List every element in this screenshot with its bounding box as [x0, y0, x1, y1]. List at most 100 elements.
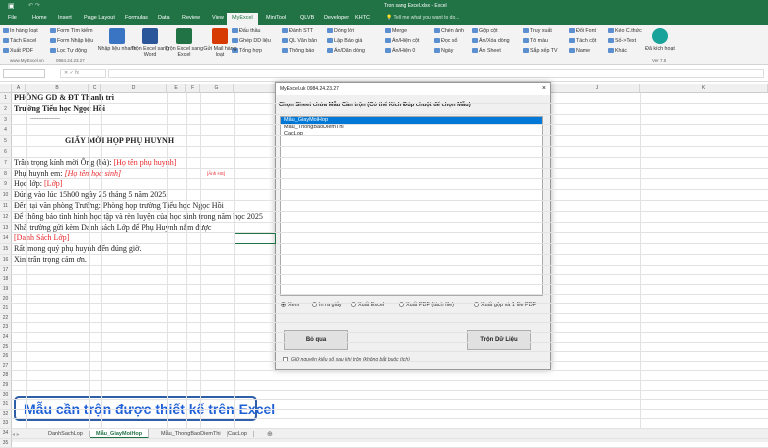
- cell-text[interactable]: Đúng vào lúc 15h00 ngày 25 tháng 5 năm 2…: [14, 190, 168, 201]
- row-number[interactable]: 7: [0, 157, 12, 168]
- tab-home[interactable]: Home: [32, 15, 47, 21]
- cell-text[interactable]: Để thông báo tình hình học tập và rèn lu…: [14, 212, 263, 223]
- column-header-J[interactable]: J: [555, 84, 640, 93]
- cell-text[interactable]: Học lớp: [Lớp]: [14, 179, 62, 190]
- formula-input[interactable]: [108, 69, 764, 78]
- ribbon-item[interactable]: Ẩn/Hiện 0: [385, 48, 415, 54]
- tab-developer[interactable]: Developer: [324, 15, 349, 21]
- ribbon-item[interactable]: Name: [569, 48, 590, 54]
- cell-text[interactable]: GIẤY MỜI HỌP PHỤ HUYNH: [65, 136, 174, 147]
- cell-text[interactable]: Rất mong quý phụ huynh đến đúng giờ.: [14, 244, 141, 255]
- cell-text[interactable]: Trường Tiểu học Ngọc Hồi: [14, 104, 105, 115]
- row-number[interactable]: 10: [0, 190, 12, 200]
- column-header-C[interactable]: C: [89, 84, 101, 93]
- row-number[interactable]: 31: [0, 400, 12, 409]
- tab-review[interactable]: Review: [182, 15, 200, 21]
- activate-button[interactable]: Đã kích hoạt: [640, 28, 680, 52]
- ribbon-item[interactable]: Xuất PDF: [3, 48, 33, 54]
- column-header-G[interactable]: G: [200, 84, 234, 93]
- row-number[interactable]: 35: [0, 438, 12, 448]
- ribbon-item[interactable]: Form Nhập liệu: [50, 38, 93, 44]
- tell-me-search[interactable]: 💡 Tell me what you want to do...: [386, 15, 459, 21]
- row-number[interactable]: 6: [0, 147, 12, 157]
- ribbon-item[interactable]: In hàng loạt: [3, 28, 38, 34]
- ribbon-item[interactable]: Lập Báo giá: [327, 38, 362, 44]
- ribbon-big-button[interactable]: Trộn Excel sang Excel: [164, 28, 204, 58]
- tab-formulas[interactable]: Formulas: [125, 15, 148, 21]
- cell-text[interactable]: PHÒNG GD & ĐT Thanh trì: [14, 93, 114, 104]
- column-header-D[interactable]: D: [101, 84, 167, 93]
- ribbon-item[interactable]: Khác: [608, 48, 627, 54]
- tab-page-layout[interactable]: Page Layout: [84, 15, 115, 21]
- row-number[interactable]: 34: [0, 429, 12, 438]
- row-number[interactable]: 17: [0, 265, 12, 275]
- row-number[interactable]: 15: [0, 244, 12, 254]
- row-number[interactable]: 33: [0, 419, 12, 428]
- row-number[interactable]: 5: [0, 136, 12, 146]
- ribbon-item[interactable]: Ngày: [434, 48, 453, 54]
- row-number[interactable]: 27: [0, 361, 12, 371]
- cell-text[interactable]: Trân trọng kính mời Ông (bà): [Họ tên ph…: [14, 158, 176, 169]
- row-number[interactable]: 14: [0, 233, 12, 244]
- ribbon-item[interactable]: Chèn ảnh: [434, 28, 464, 34]
- row-number[interactable]: 23: [0, 323, 12, 332]
- ribbon-item[interactable]: Tách cột: [569, 38, 596, 44]
- ribbon-item[interactable]: Truy xuất: [523, 28, 552, 34]
- row-number[interactable]: 19: [0, 285, 12, 294]
- row-number[interactable]: 21: [0, 304, 12, 313]
- cell-text[interactable]: [Danh Sách Lớp]: [14, 233, 69, 244]
- row-number[interactable]: 28: [0, 371, 12, 380]
- row-number[interactable]: 29: [0, 381, 12, 390]
- row-number[interactable]: 12: [0, 211, 12, 222]
- ribbon-item[interactable]: Ẩn/Dãn dòng: [327, 48, 365, 54]
- ribbon-item[interactable]: Merge: [385, 28, 407, 34]
- row-number[interactable]: 9: [0, 179, 12, 190]
- undo-icon[interactable]: ↶ ↷: [28, 2, 40, 9]
- column-header-F[interactable]: F: [186, 84, 200, 93]
- cell-text[interactable]: Đến tại văn phòng Trường: Phòng họp trườ…: [14, 201, 224, 212]
- save-icon[interactable]: ▣: [8, 2, 15, 10]
- ribbon-item[interactable]: Tô màu: [523, 38, 548, 44]
- row-number[interactable]: 24: [0, 333, 12, 342]
- row-number[interactable]: 16: [0, 255, 12, 265]
- row-number[interactable]: 13: [0, 222, 12, 233]
- ribbon-item[interactable]: Tách Excel: [3, 38, 36, 44]
- tab-insert[interactable]: Insert: [58, 15, 72, 21]
- row-number[interactable]: 11: [0, 201, 12, 211]
- ribbon-big-button[interactable]: Gửi Mail hàng loạt: [200, 28, 240, 58]
- name-box[interactable]: [3, 69, 45, 78]
- ribbon-item[interactable]: Ẩn Sheet: [472, 48, 501, 54]
- ribbon-item[interactable]: Gộp cột: [472, 28, 498, 34]
- ribbon-item[interactable]: Đọc số: [434, 38, 458, 44]
- cell-text[interactable]: Nhà trường gửi kèm Danh sách Lớp để Phụ …: [14, 223, 211, 234]
- column-header-B[interactable]: B: [26, 84, 89, 93]
- row-number[interactable]: 8: [0, 168, 12, 179]
- ribbon-item[interactable]: Lọc Tự động: [50, 48, 87, 54]
- ribbon-item[interactable]: Số->Text: [608, 38, 636, 44]
- ribbon-item[interactable]: QL Văn bản: [282, 38, 317, 44]
- tab-khtc[interactable]: KHTC: [355, 15, 370, 21]
- tab-minitool[interactable]: MiniTool: [266, 15, 286, 21]
- row-number[interactable]: 1: [0, 93, 12, 103]
- cell-text[interactable]: Phụ huynh em: [Họ tên học sinh]: [14, 169, 121, 180]
- column-header-E[interactable]: E: [167, 84, 186, 93]
- column-header-A[interactable]: A: [12, 84, 26, 93]
- ribbon-item[interactable]: Đánh STT: [282, 28, 313, 34]
- row-number[interactable]: 3: [0, 114, 12, 125]
- tab-file[interactable]: File: [8, 15, 17, 21]
- row-number[interactable]: 26: [0, 352, 12, 361]
- ribbon-item[interactable]: Kéo C.thức: [608, 28, 642, 34]
- column-header-K[interactable]: K: [640, 84, 768, 93]
- ribbon-item[interactable]: Dòng lời: [327, 28, 354, 34]
- cell-text[interactable]: ------------------: [30, 115, 60, 126]
- ribbon-item[interactable]: Form Tìm kiếm: [50, 28, 93, 34]
- active-cell[interactable]: [234, 233, 276, 245]
- row-number[interactable]: 18: [0, 275, 12, 284]
- row-number[interactable]: 2: [0, 103, 12, 114]
- tab-qlvb[interactable]: QLVB: [300, 15, 314, 21]
- cell-text[interactable]: Xin trân trọng cảm ơn.: [14, 255, 87, 266]
- ribbon-item[interactable]: Ẩn/Xóa dòng: [472, 38, 510, 44]
- ribbon-item[interactable]: Đổi Font: [569, 28, 596, 34]
- ribbon-item[interactable]: Sắp xếp TV: [523, 48, 558, 54]
- ribbon-item[interactable]: Thông báo: [282, 48, 314, 54]
